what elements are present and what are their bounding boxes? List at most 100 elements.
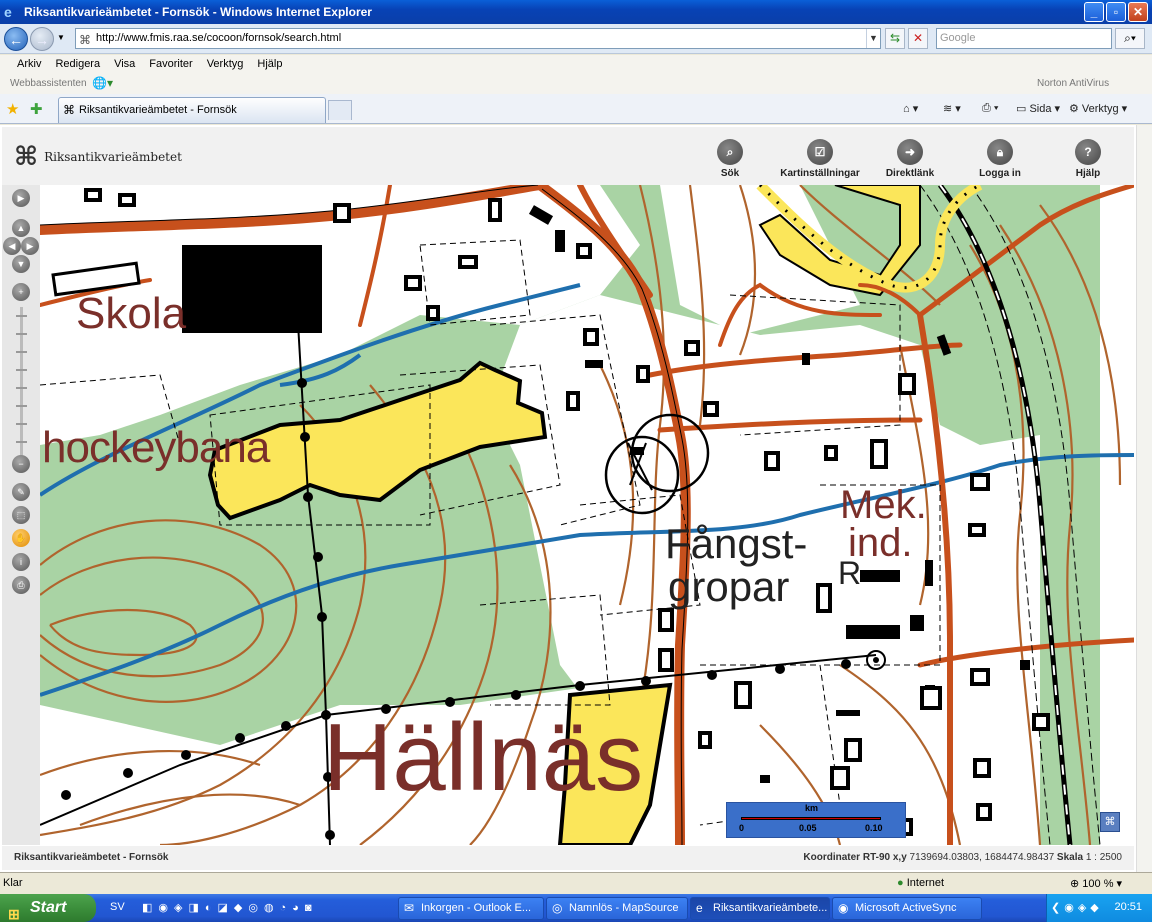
taskbar: ⊞ Start SV ◧◉◈◨◐◪◆◎◍◔◕◙ ✉ Inkorgen - Outl… <box>0 894 1152 922</box>
back-button[interactable]: ← <box>4 27 28 51</box>
maximize-button[interactable]: ▫ <box>1106 2 1126 22</box>
task-mapsource[interactable]: ◎ Namnlös - MapSource <box>546 897 688 920</box>
map-controls: ▶ ▲ ◀ ▶ ▼ + − ✎ ⬚ ✋ i ⎙ <box>2 185 40 845</box>
overview-map-icon[interactable]: ⌘ <box>1100 812 1120 832</box>
page-menu[interactable]: ▭ Sida ▾ <box>1016 102 1060 115</box>
coordinates-readout: Koordinater RT-90 x,y 7139694.03803, 168… <box>803 852 1122 863</box>
forward-button[interactable]: → <box>30 27 54 51</box>
tool-search[interactable]: ⌕ Sök <box>702 139 758 179</box>
history-dropdown-icon[interactable]: ▼ <box>57 33 65 42</box>
refresh-button[interactable]: ⇆ <box>885 28 905 49</box>
quick-launch-icons[interactable]: ◧◉◈◨◐◪◆◎◍◔◕◙ <box>142 901 317 914</box>
language-indicator[interactable]: SV <box>110 901 125 913</box>
tray-icons[interactable]: ❮◉◈◆ <box>1051 901 1103 914</box>
menu-verktyg[interactable]: Verktyg <box>200 55 251 70</box>
app-footer: Riksantikvarieämbetet - Fornsök Koordina… <box>2 846 1134 870</box>
window-title: Riksantikvarieämbetet - Fornsök - Window… <box>24 5 372 19</box>
map-label-r: R <box>838 555 862 591</box>
scale-line <box>741 817 881 820</box>
raa-logo[interactable]: ⌘ Riksantikvarieämbetet <box>14 144 182 170</box>
task-ie[interactable]: e Riksantikvarieämbete... <box>690 897 830 920</box>
print-map-icon[interactable]: ⎙ <box>12 576 30 594</box>
clock[interactable]: 20:51 <box>1114 901 1142 913</box>
norton-antivirus[interactable]: Norton AntiVirus <box>1037 78 1109 89</box>
outlook-icon: ✉ <box>404 901 415 915</box>
url-input[interactable]: ⌘ http://www.fmis.raa.se/cocoon/fornsok/… <box>75 28 881 49</box>
globe-icon[interactable]: 🌐▾ <box>92 76 113 90</box>
pan-left-icon[interactable]: ◀ <box>3 237 21 255</box>
map-label-hockeybana: hockeybana <box>42 423 270 472</box>
info-icon[interactable]: i <box>12 553 30 571</box>
fornsok-app: ⌘ Riksantikvarieämbetet ⌕ Sök ☑ Kartinst… <box>0 125 1152 872</box>
map-label-hallnas: Hällnäs <box>323 704 644 811</box>
arrow-right-icon: ➜ <box>897 139 923 165</box>
task-outlook[interactable]: ✉ Inkorgen - Outlook E... <box>398 897 544 920</box>
pan-down-icon[interactable]: ▼ <box>12 255 30 273</box>
status-bar: Klar ● Internet ⊕ 100 % ▾ <box>0 872 1152 894</box>
menu-favoriter[interactable]: Favoriter <box>142 55 199 70</box>
tools-menu[interactable]: ⚙ Verktyg ▾ <box>1069 102 1127 115</box>
mapsource-icon: ◎ <box>552 901 563 915</box>
start-button[interactable]: ⊞ Start <box>0 894 96 922</box>
zoom-in-icon[interactable]: + <box>12 283 30 301</box>
tool-direct-link[interactable]: ➜ Direktlänk <box>878 139 942 179</box>
tool-login[interactable]: 🔒︎ Logga in <box>968 139 1032 179</box>
links-label: Webbassistenten <box>10 78 87 89</box>
toggle-panel-icon[interactable]: ▶ <box>12 189 30 207</box>
vertical-scrollbar[interactable] <box>1136 125 1152 872</box>
search-input[interactable]: Google <box>936 28 1112 49</box>
tab-page-icon: ⌘ <box>63 103 75 117</box>
tool-help[interactable]: ? Hjälp <box>1062 139 1114 179</box>
security-zone: ● Internet <box>897 877 945 889</box>
pan-hand-icon[interactable]: ✋ <box>12 529 30 547</box>
question-icon: ? <box>1075 139 1101 165</box>
stop-button[interactable]: ✕ <box>908 28 928 49</box>
add-favorite-icon[interactable]: ✚ <box>30 100 43 118</box>
logo-mark-icon: ⌘ <box>14 142 39 172</box>
menu-redigera[interactable]: Redigera <box>48 55 107 70</box>
search-icon[interactable]: ⌕▾ <box>1115 28 1145 49</box>
task-activesync[interactable]: ◉ Microsoft ActiveSync <box>832 897 982 920</box>
pan-up-icon[interactable]: ▲ <box>12 219 30 237</box>
ie-icon: e <box>4 4 12 20</box>
zoom-box-icon[interactable]: ⬚ <box>12 506 30 524</box>
menu-arkiv[interactable]: Arkiv <box>10 55 48 70</box>
menu-bar: Arkiv Redigera Visa Favoriter Verktyg Hjälp <box>0 55 1152 75</box>
map-label-gropar: gropar <box>668 563 790 610</box>
scale-tick-1: 0.05 <box>799 823 817 833</box>
zoom-level[interactable]: ⊕ 100 % ▾ <box>1070 877 1122 890</box>
menu-visa[interactable]: Visa <box>107 55 142 70</box>
lock-icon: 🔒︎ <box>987 139 1013 165</box>
status-text: Klar <box>3 877 23 889</box>
measure-icon[interactable]: ✎ <box>12 483 30 501</box>
globe-icon: ● <box>897 877 904 889</box>
checkbox-icon: ☑ <box>807 139 833 165</box>
scale-bar: km 0 0.05 0.10 <box>726 802 906 838</box>
zoom-out-icon[interactable]: − <box>12 455 30 473</box>
address-bar: ← → ▼ ⌘ http://www.fmis.raa.se/cocoon/fo… <box>0 24 1152 54</box>
home-icon[interactable]: ⌂ ▾ <box>903 102 918 115</box>
new-tab-button[interactable] <box>328 100 352 120</box>
pan-right-icon[interactable]: ▶ <box>21 237 39 255</box>
footer-title: Riksantikvarieämbetet - Fornsök <box>14 852 169 863</box>
menu-hjalp[interactable]: Hjälp <box>250 55 289 70</box>
title-bar: e Riksantikvarieämbetet - Fornsök - Wind… <box>0 0 1152 24</box>
map-view[interactable]: Skola hockeybana Mek. ind. Fångst- gropa… <box>40 185 1134 845</box>
favorites-star-icon[interactable]: ★ <box>6 100 19 118</box>
minimize-button[interactable]: _ <box>1084 2 1104 22</box>
zoom-icon: ⊕ <box>1070 878 1080 890</box>
tab-fornsok[interactable]: ⌘ Riksantikvarieämbetet - Fornsök <box>58 97 326 123</box>
print-icon[interactable]: ⎙ ▾ <box>982 102 998 115</box>
url-dropdown-icon[interactable]: ▼ <box>866 29 880 48</box>
zoom-slider[interactable] <box>16 307 27 455</box>
tab-label: Riksantikvarieämbetet - Fornsök <box>79 104 237 116</box>
tool-map-settings[interactable]: ☑ Kartinställningar <box>772 139 868 179</box>
scale-tick-0: 0 <box>739 823 745 833</box>
map-label-fangst: Fångst- <box>665 520 808 567</box>
url-text: http://www.fmis.raa.se/cocoon/fornsok/se… <box>96 32 342 44</box>
feeds-icon[interactable]: ≋ ▾ <box>943 102 961 115</box>
scale-unit: km <box>805 803 819 813</box>
windows-flag-icon: ⊞ <box>8 906 20 922</box>
links-bar: Webbassistenten 🌐▾ Norton AntiVirus <box>0 75 1152 94</box>
close-button[interactable]: ✕ <box>1128 2 1148 22</box>
